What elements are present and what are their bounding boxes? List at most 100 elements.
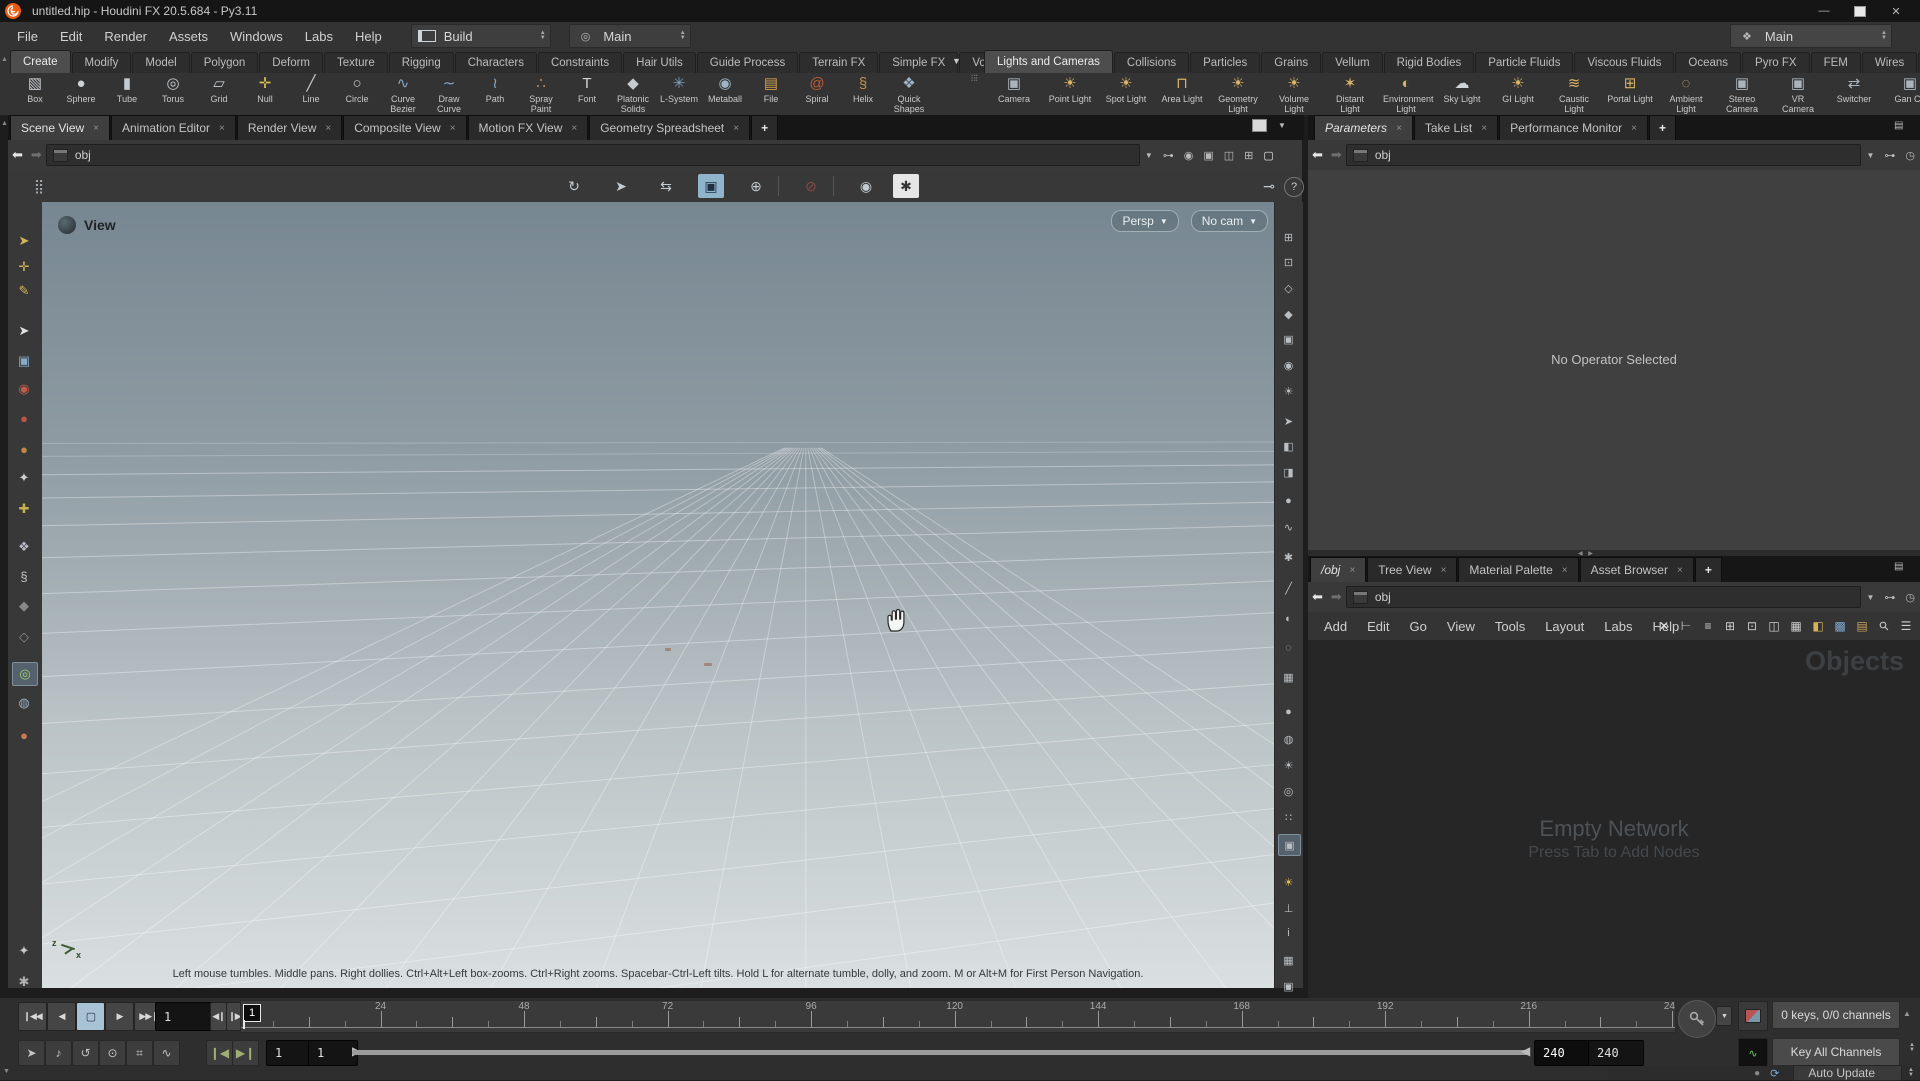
tab-performance-monitor[interactable]: Performance Monitor × <box>1499 115 1648 140</box>
tab-geometry-spreadsheet[interactable]: Geometry Spreadsheet × <box>589 115 751 140</box>
help-circle-icon[interactable]: ? <box>1284 177 1304 197</box>
close-tab-icon[interactable]: × <box>450 123 456 134</box>
wireframe-icon[interactable]: ▦ <box>1278 667 1299 687</box>
forward-arrow-icon[interactable]: ➡ <box>1331 147 1342 163</box>
layout-single-icon[interactable]: ▣ <box>1203 149 1213 162</box>
hamburger-menu-icon[interactable]: ☰ <box>1896 616 1916 636</box>
shelf-tool-file[interactable]: ▤ File <box>748 74 794 104</box>
network-path-field[interactable]: obj <box>1345 586 1862 608</box>
wrench-icon[interactable]: ✕ <box>1654 616 1674 636</box>
shelf-tool-tube[interactable]: ▮ Tube <box>104 74 150 104</box>
shelf-tab-simple-fx[interactable]: Simple FX <box>879 52 959 73</box>
realtime-icon[interactable]: ⊙ <box>99 1040 126 1066</box>
path-dropdown-icon[interactable]: ▼ <box>1866 593 1874 602</box>
490[interactable]: ◍ <box>12 692 36 714</box>
lightbulb-icon[interactable]: ☀ <box>1278 872 1299 892</box>
shelf-tab-wires[interactable]: Wires <box>1861 52 1918 73</box>
pin-path-icon[interactable]: ⊶ <box>1884 591 1895 604</box>
key-mode-icon[interactable]: ∿ <box>1738 1038 1768 1068</box>
shelf-tab-pyro-fx[interactable]: Pyro FX <box>1742 52 1810 73</box>
close-button[interactable]: ✕ <box>1886 3 1906 19</box>
view-selector[interactable]: ◎ Main ▲ ▼ <box>568 24 691 48</box>
tab-scene-view[interactable]: Scene View × <box>10 115 110 140</box>
grid-snap-icon[interactable]: ⊡ <box>1278 252 1299 272</box>
grid-view-icon[interactable]: ⊞ <box>1720 616 1740 636</box>
shelf-tool-curve-bezier[interactable]: ∿ Curve Bezier <box>380 74 426 114</box>
close-tab-icon[interactable]: × <box>1562 565 1568 576</box>
menu-windows[interactable]: Windows <box>219 22 294 50</box>
net-menu-add[interactable]: Add <box>1314 619 1357 634</box>
pane-scroll-arrow[interactable]: ▲ <box>1 120 8 127</box>
176[interactable]: ◉ <box>12 378 36 400</box>
shelf-tool-vr-camera[interactable]: ▣ VR Camera <box>1770 74 1826 114</box>
shelf-tool-ambient-light[interactable]: ◌ Ambient Light <box>1658 74 1714 114</box>
toolbox-grid-icon[interactable]: ⣿ <box>26 174 52 198</box>
tab-asset-browser[interactable]: Asset Browser × <box>1579 557 1694 582</box>
shelf-tab-terrain-fx[interactable]: Terrain FX <box>799 52 879 73</box>
shelf-tab-create[interactable]: Create <box>10 50 71 73</box>
thumbnails-icon[interactable]: ▦ <box>1786 616 1806 636</box>
close-tab-icon[interactable]: × <box>219 123 225 134</box>
forward-arrow-icon[interactable]: ➡ <box>1331 589 1342 605</box>
normals-icon[interactable]: ⊥ <box>1278 898 1299 918</box>
shelf-tool-distant-light[interactable]: ✶ Distant Light <box>1322 74 1378 114</box>
zoom-box-icon[interactable]: ⊕ <box>743 174 769 198</box>
camera-select-button[interactable]: No cam ▼ <box>1190 210 1268 232</box>
shelf-tab-rigid-bodies[interactable]: Rigid Bodies <box>1383 52 1475 73</box>
pane-tab-menu-icon[interactable]: ▼ <box>1278 121 1286 130</box>
pin-path-icon[interactable]: ⊶ <box>1163 149 1174 162</box>
tab-composite-view[interactable]: Composite View × <box>343 115 467 140</box>
isolate-icon[interactable]: ◌ <box>1278 638 1299 658</box>
shaded-mode-icon[interactable]: ● <box>1278 702 1299 722</box>
205[interactable]: ● <box>12 407 36 429</box>
shelf-tool-geometry-light[interactable]: ☀ Geometry Light <box>1210 74 1266 114</box>
main-window-selector[interactable]: ❖ Main ▲ ▼ <box>1730 24 1892 48</box>
shelf-tool-switcher[interactable]: ⇄ Switcher <box>1826 74 1882 104</box>
key-mode-stepper[interactable]: ▲ ▼ <box>1909 1042 1915 1053</box>
units-icon[interactable]: ⌗ <box>126 1040 153 1066</box>
shelf-tool-torus[interactable]: ◎ Torus <box>150 74 196 104</box>
tab-render-view[interactable]: Render View × <box>236 115 343 140</box>
shelf-tab-rigging[interactable]: Rigging <box>388 52 454 73</box>
close-tab-icon[interactable]: × <box>733 123 739 134</box>
range-end-field[interactable]: 240 <box>1534 1040 1590 1066</box>
select-contained-icon[interactable]: ◧ <box>1278 436 1299 456</box>
loop-icon[interactable]: ↺ <box>72 1040 99 1066</box>
flipbook-icon[interactable]: ◉ <box>853 174 879 198</box>
shelf-tool-spray-paint[interactable]: ∴ Spray Paint <box>518 74 564 114</box>
select-arrow-icon[interactable]: ➤ <box>608 174 634 198</box>
shelf-tool-grid[interactable]: ▱ Grid <box>196 74 242 104</box>
network-editor-canvas[interactable]: Objects Empty Network Press Tab to Add N… <box>1308 640 1920 998</box>
shelf-tool-gan-ca[interactable]: ▣Gan Ca <box>1882 74 1920 104</box>
scene-path-field[interactable]: obj <box>45 144 1140 166</box>
grid-display-icon[interactable]: ▦ <box>1278 950 1299 970</box>
current-frame-field[interactable]: 1 <box>155 1002 217 1031</box>
brush-select-icon[interactable]: ✱ <box>1278 547 1299 567</box>
shelf-tab-characters[interactable]: Characters <box>454 52 537 73</box>
magnifier-icon[interactable]: ⚲ <box>1870 612 1898 640</box>
set-key-button[interactable] <box>1678 1000 1716 1038</box>
net-menu-labs[interactable]: Labs <box>1594 619 1642 634</box>
118[interactable]: ➤ <box>12 320 36 342</box>
forward-arrow-icon[interactable]: ➡ <box>31 147 42 163</box>
shelf-tool-platonic-solids[interactable]: ◆ Platonic Solids <box>610 74 656 114</box>
range-right-handle[interactable]: ◀ <box>1521 1044 1530 1058</box>
info-icon[interactable]: i <box>1278 923 1299 943</box>
playbar-options-icon[interactable]: ➤ <box>18 1040 45 1066</box>
769[interactable]: ✱ <box>12 971 36 993</box>
recent-clock-icon[interactable]: ◷ <box>1905 149 1915 162</box>
shelf-tab-modify[interactable]: Modify <box>71 52 132 73</box>
close-tab-icon[interactable]: × <box>571 123 577 134</box>
step-back-button[interactable]: ◀❙ <box>210 1002 227 1031</box>
296[interactable]: ✚ <box>12 498 36 520</box>
menu-render[interactable]: Render <box>93 22 158 50</box>
maximize-button[interactable] <box>1850 3 1870 19</box>
jump-start-button[interactable]: ❙◀◀ <box>18 1002 47 1031</box>
menu-assets[interactable]: Assets <box>158 22 219 50</box>
net-menu-layout[interactable]: Layout <box>1535 619 1594 634</box>
shelf-tab-model[interactable]: Model <box>132 52 190 73</box>
shelf-tab-hair-utils[interactable]: Hair Utils <box>623 52 696 73</box>
close-tab-icon[interactable]: × <box>1441 565 1447 576</box>
shelf-overflow-button[interactable]: ▼ <box>952 56 961 66</box>
key-slider-icon[interactable]: ∿ <box>153 1040 180 1066</box>
